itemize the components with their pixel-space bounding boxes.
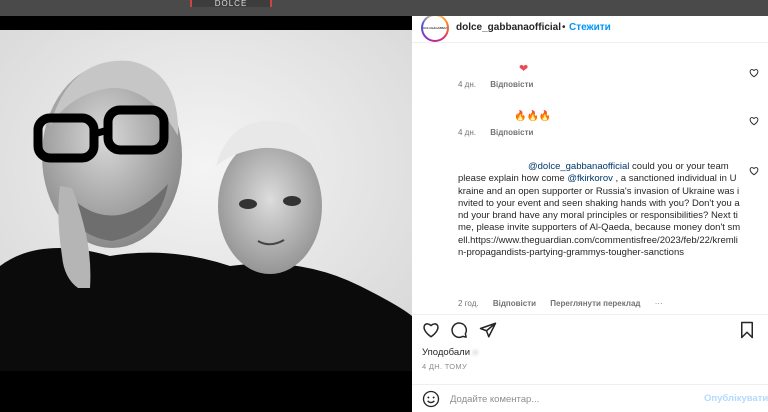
reply-button[interactable]: Відповісти <box>493 299 536 308</box>
translate-button[interactable]: Переглянути переклад <box>550 299 640 308</box>
post-actions <box>412 314 768 345</box>
backdrop-brand-text: DOLCE GABBANA <box>190 0 272 7</box>
heart-icon[interactable] <box>749 116 759 126</box>
heart-icon[interactable] <box>749 166 759 176</box>
post-photo[interactable] <box>0 16 412 412</box>
likes-blurred: и <box>472 347 478 358</box>
publish-button[interactable]: Опублікувати <box>704 393 768 404</box>
more-options-button[interactable]: ··· <box>655 299 663 308</box>
add-comment-bar: Опублікувати <box>412 384 768 412</box>
avatar-label: DOLCE&GABBANA <box>423 16 447 40</box>
heart-icon[interactable] <box>422 321 440 339</box>
comments-list[interactable]: ❤ 4 дн. Відповісти 🔥🔥🔥 4 дн. Відповісти … <box>412 43 768 313</box>
comment-time: 4 дн. <box>458 128 476 137</box>
comment-input[interactable] <box>450 391 690 407</box>
comment-text: @dolce_gabbanaofficial could you or your… <box>458 161 741 259</box>
comment-meta: 2 год. Відповісти Переглянути переклад ·… <box>458 299 675 308</box>
comment-text-part: , a sanctioned individual in Ukraine and… <box>458 173 741 259</box>
post-header: DOLCE&GABBANA dolce_gabbanaofficial • Ст… <box>412 16 768 43</box>
post-photo-image <box>0 16 412 412</box>
post-timestamp: 4 ДН. ТОМУ <box>422 362 468 371</box>
comment-time: 2 год. <box>458 299 479 308</box>
reply-button[interactable]: Відповісти <box>490 128 533 137</box>
comment-meta: 4 дн. Відповісти <box>458 80 545 89</box>
comment-meta: 4 дн. Відповісти <box>458 128 545 137</box>
post-side-panel: DOLCE&GABBANA dolce_gabbanaofficial • Ст… <box>412 16 768 412</box>
comment-text: 🔥🔥🔥 <box>514 111 552 122</box>
emoji-icon[interactable] <box>422 390 440 408</box>
username-link[interactable]: dolce_gabbanaofficial <box>456 22 561 33</box>
reply-button[interactable]: Відповісти <box>490 80 533 89</box>
likes-prefix: Уподобали <box>422 347 471 358</box>
likes-summary[interactable]: Уподобали и <box>422 347 478 358</box>
separator-dot: • <box>562 22 566 33</box>
comment-text: ❤ <box>519 63 529 75</box>
comment-icon[interactable] <box>450 321 468 339</box>
comment-mention[interactable]: @fkirkorov <box>567 173 613 184</box>
bookmark-icon[interactable] <box>738 321 756 339</box>
heart-icon[interactable] <box>749 68 759 78</box>
comment-time: 4 дн. <box>458 80 476 89</box>
share-icon[interactable] <box>479 321 497 339</box>
backdrop-top-strip: DOLCE GABBANA <box>0 0 768 16</box>
avatar[interactable]: DOLCE&GABBANA <box>421 16 449 42</box>
comment-mention[interactable]: @dolce_gabbanaofficial <box>528 161 629 172</box>
follow-button[interactable]: Стежити <box>569 22 611 33</box>
